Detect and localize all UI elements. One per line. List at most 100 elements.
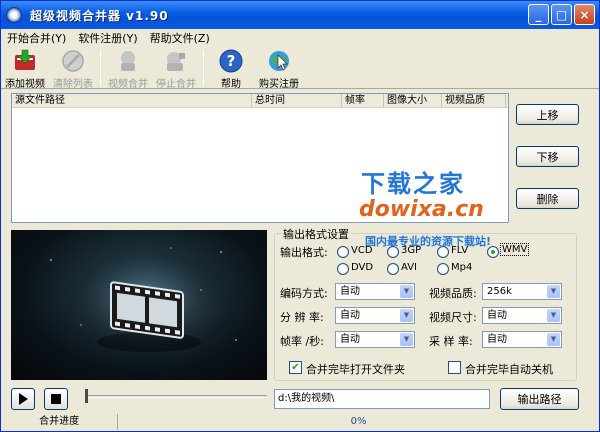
fps-select[interactable]: 自动 ▼: [335, 331, 415, 348]
playback-slider[interactable]: [85, 395, 267, 398]
clear-list-button[interactable]: 清除列表: [49, 47, 97, 90]
film-reel-icon: [50, 247, 239, 360]
sample-rate-select[interactable]: 自动 ▼: [482, 331, 562, 348]
minimize-button[interactable]: _: [528, 4, 549, 25]
toolbar-separator: [203, 50, 204, 86]
add-video-label: 添加视频: [5, 79, 45, 90]
codec-value: 自动: [340, 286, 360, 297]
column-source-path[interactable]: 源文件路径: [12, 94, 252, 107]
format-label-wmv: WMV: [500, 243, 530, 256]
help-label: 帮助: [221, 79, 241, 90]
status-bar: 合并进度 0%: [1, 413, 599, 431]
close-button[interactable]: ×: [574, 4, 595, 25]
merge-video-icon: [116, 49, 140, 73]
file-list-header: 源文件路径 总时间 帧率 图像大小 视频品质: [12, 94, 508, 108]
maximize-button[interactable]: □: [551, 4, 572, 25]
video-size-select[interactable]: 自动 ▼: [482, 307, 562, 324]
video-size-value: 自动: [487, 310, 507, 321]
resolution-select[interactable]: 自动 ▼: [335, 307, 415, 324]
add-video-button[interactable]: 添加视频: [1, 47, 49, 90]
chevron-down-icon: ▼: [400, 309, 413, 322]
resolution-value: 自动: [340, 310, 360, 321]
format-radio-vcd[interactable]: [337, 246, 349, 258]
output-path-input[interactable]: d:\我的视频\: [274, 389, 490, 409]
toolbar-separator: [100, 50, 101, 86]
app-icon: [6, 7, 22, 23]
stop-merge-button[interactable]: 停止合并: [152, 47, 200, 90]
fps-label: 帧率 /秒:: [280, 335, 324, 348]
column-video-quality[interactable]: 视频品质: [442, 94, 506, 107]
column-image-size[interactable]: 图像大小: [384, 94, 442, 107]
toolbar: 添加视频 清除列表 视频合并 停止合并 ? 帮助 购买注册: [1, 47, 599, 90]
main-window: 超级视频合并器 v1.90 _ □ × 开始合并(Y) 软件注册(Y) 帮助文件…: [0, 0, 600, 432]
output-path-button[interactable]: 输出路径: [500, 388, 579, 410]
buy-register-label: 购买注册: [259, 79, 299, 90]
column-total-time[interactable]: 总时间: [252, 94, 342, 107]
format-label-dvd: DVD: [351, 262, 374, 273]
progress-label: 合并进度: [1, 414, 119, 430]
video-quality-select[interactable]: 256k ▼: [482, 283, 562, 300]
stop-merge-icon: [164, 49, 188, 73]
chevron-down-icon: ▼: [547, 333, 560, 346]
play-button[interactable]: [11, 388, 35, 410]
menu-help[interactable]: 帮助文件(Z): [144, 30, 216, 46]
format-radio-wmv[interactable]: [487, 246, 499, 258]
resolution-label: 分 辨 率:: [280, 311, 324, 324]
sample-rate-label: 采 样 率:: [429, 335, 473, 348]
format-label-vcd: VCD: [351, 245, 373, 256]
codec-label: 编码方式:: [280, 287, 328, 300]
format-radio-dvd[interactable]: [337, 263, 349, 275]
video-quality-value: 256k: [487, 286, 512, 297]
clear-list-icon: [61, 49, 85, 73]
chevron-down-icon: ▼: [400, 333, 413, 346]
chevron-down-icon: ▼: [547, 309, 560, 322]
sample-rate-value: 自动: [487, 334, 507, 345]
stop-merge-label: 停止合并: [156, 79, 196, 90]
merge-video-button[interactable]: 视频合并: [104, 47, 152, 90]
add-video-icon: [13, 49, 37, 73]
svg-text:?: ?: [227, 52, 236, 70]
move-down-button[interactable]: 下移: [516, 146, 579, 167]
output-format-group-title: 输出格式设置: [281, 226, 351, 242]
format-label-3gp: 3GP: [401, 245, 422, 256]
menu-start-merge[interactable]: 开始合并(Y): [1, 30, 72, 46]
format-radio-mp4[interactable]: [437, 263, 449, 275]
auto-shutdown-label: 合并完毕自动关机: [465, 363, 553, 376]
window-title: 超级视频合并器 v1.90: [30, 8, 169, 23]
progress-percent: 0%: [350, 416, 367, 427]
stop-icon: [51, 394, 61, 404]
auto-shutdown-checkbox[interactable]: [448, 361, 461, 374]
checkmark-icon: ✔: [291, 362, 300, 373]
format-label-avi: AVI: [401, 262, 417, 273]
format-radio-avi[interactable]: [387, 263, 399, 275]
fps-value: 自动: [340, 334, 360, 345]
buy-register-icon: [267, 49, 291, 73]
video-quality-label: 视频品质:: [429, 287, 477, 300]
open-folder-label: 合并完毕打开文件夹: [306, 363, 405, 376]
video-preview: [11, 230, 267, 380]
column-frame-rate[interactable]: 帧率: [342, 94, 384, 107]
merge-video-label: 视频合并: [108, 79, 148, 90]
file-list[interactable]: 源文件路径 总时间 帧率 图像大小 视频品质: [11, 93, 509, 223]
buy-register-button[interactable]: 购买注册: [255, 47, 303, 90]
format-label-flv: FLV: [451, 245, 469, 256]
clear-list-label: 清除列表: [53, 79, 93, 90]
chevron-down-icon: ▼: [400, 285, 413, 298]
move-up-button[interactable]: 上移: [516, 104, 579, 125]
stop-button[interactable]: [44, 388, 68, 410]
open-folder-checkbox[interactable]: ✔: [289, 361, 302, 374]
codec-select[interactable]: 自动 ▼: [335, 283, 415, 300]
title-bar[interactable]: 超级视频合并器 v1.90 _ □ ×: [1, 1, 599, 29]
format-radio-3gp[interactable]: [387, 246, 399, 258]
menu-register[interactable]: 软件注册(Y): [72, 30, 143, 46]
video-size-label: 视频尺寸:: [429, 311, 477, 324]
format-radio-flv[interactable]: [437, 246, 449, 258]
format-label-mp4: Mp4: [451, 262, 473, 273]
chevron-down-icon: ▼: [547, 285, 560, 298]
help-icon: ?: [219, 49, 243, 73]
output-format-label: 输出格式:: [280, 246, 328, 259]
play-icon: [19, 393, 28, 405]
delete-button[interactable]: 删除: [516, 188, 579, 209]
help-button[interactable]: ? 帮助: [207, 47, 255, 90]
playback-slider-thumb[interactable]: [85, 389, 88, 403]
